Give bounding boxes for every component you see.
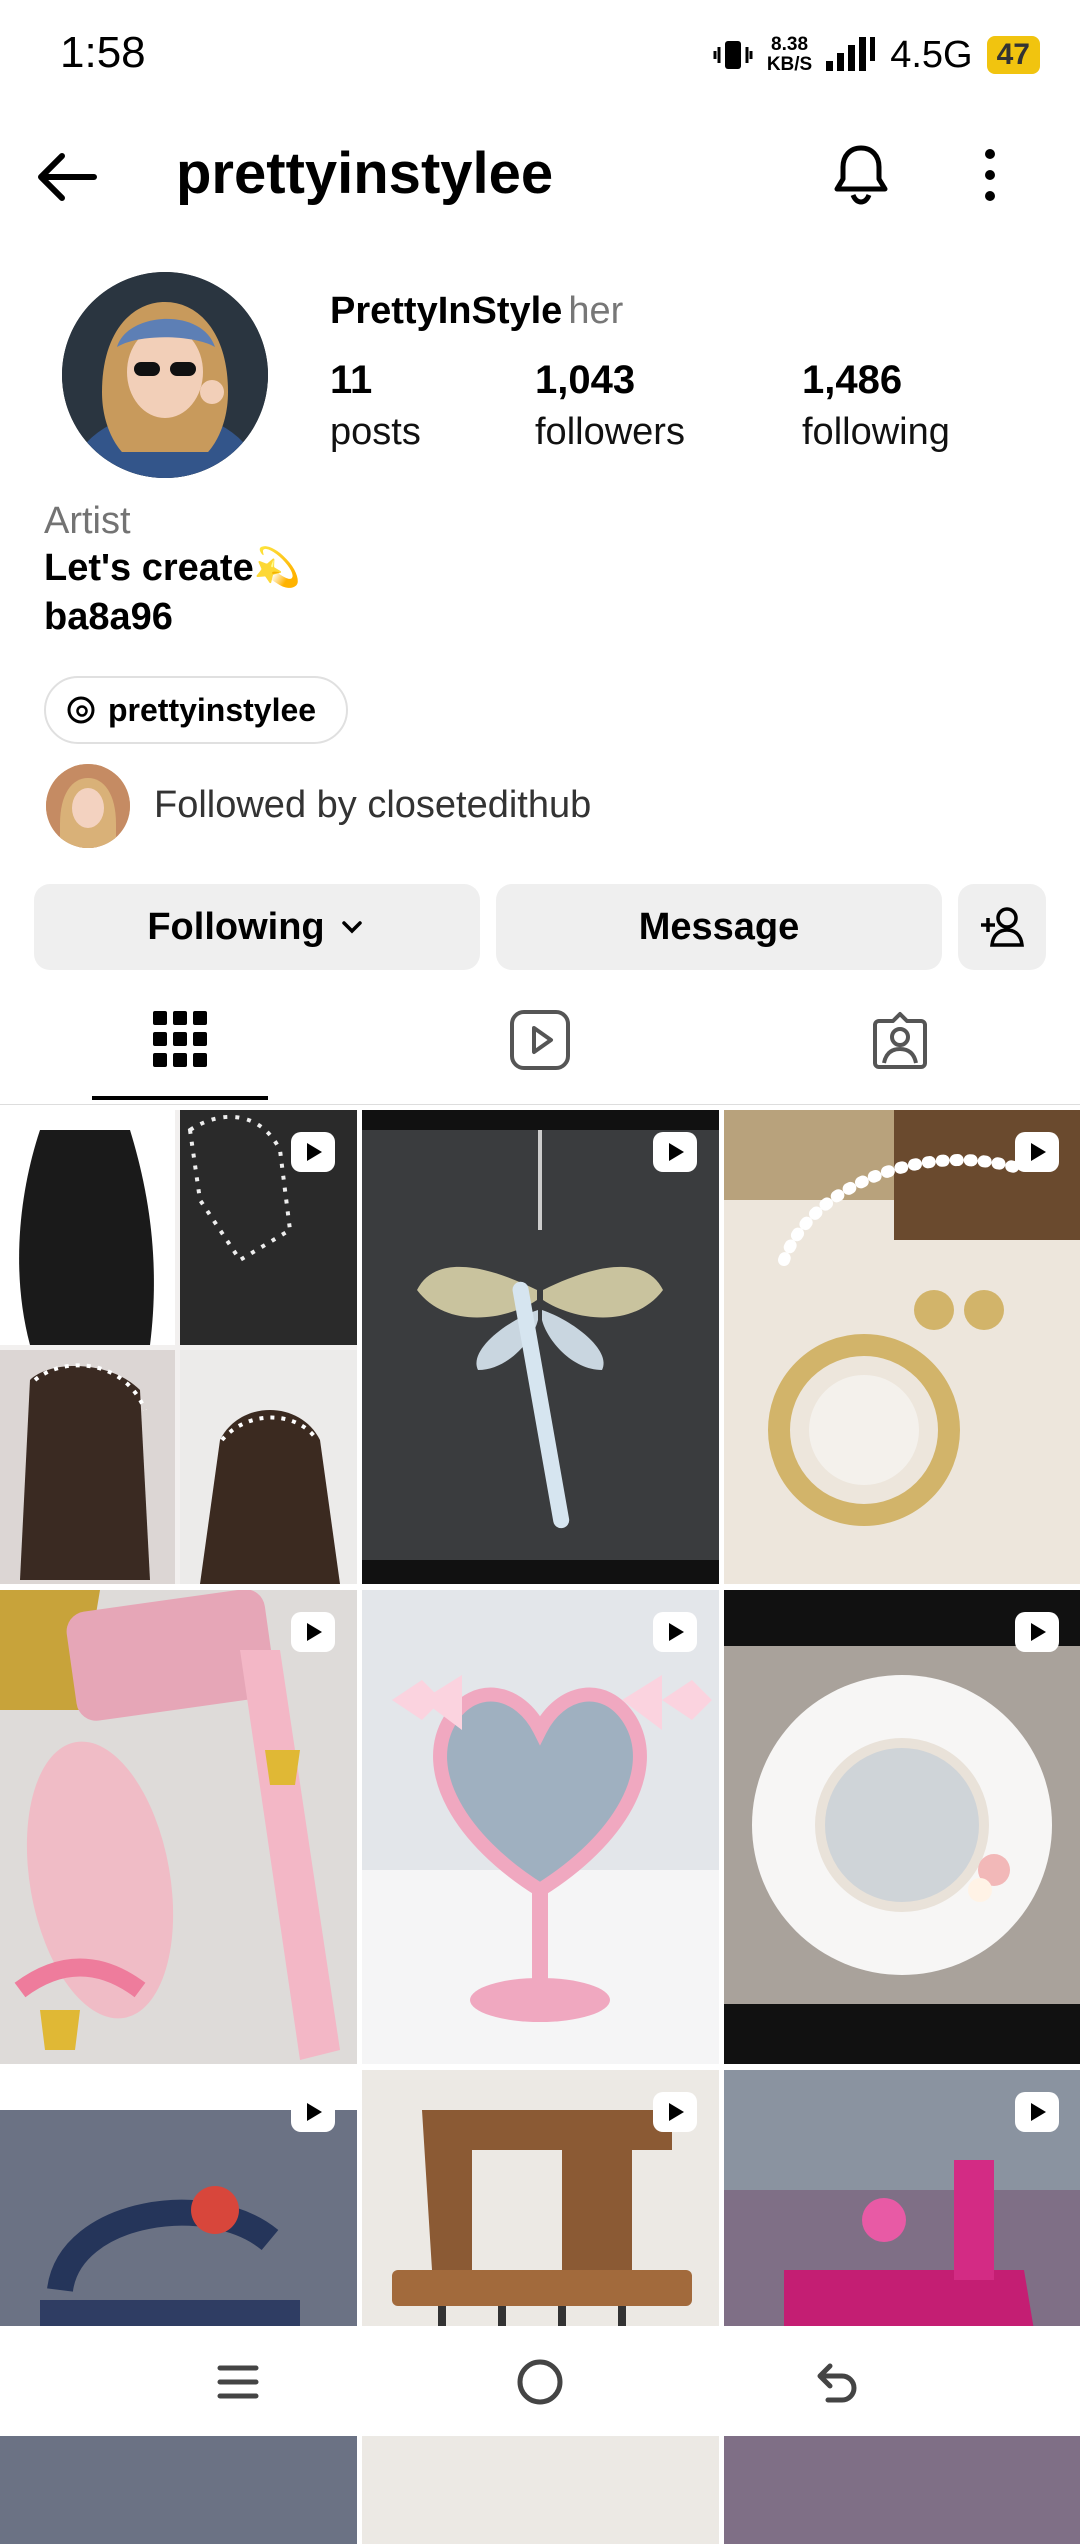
reel-badge-icon	[1015, 1132, 1059, 1172]
followed-by-text[interactable]: Followed by closetedithub	[154, 784, 591, 827]
network-type: 4.5G	[890, 33, 973, 76]
reel-badge-icon	[653, 1132, 697, 1172]
following-button[interactable]: Following	[34, 884, 480, 970]
back-icon[interactable]	[812, 2356, 864, 2408]
bio-line: Let's create💫	[44, 547, 302, 589]
bio-line: ba8a96	[44, 596, 173, 638]
grid-post-5[interactable]	[362, 1590, 719, 2064]
threads-link[interactable]: prettyinstylee	[44, 676, 349, 744]
reel-badge-icon	[653, 2092, 697, 2132]
tagged-icon	[873, 1012, 927, 1069]
tab-reels[interactable]	[480, 1000, 600, 1080]
status-time: 1:58	[60, 28, 146, 77]
pronouns: her	[568, 290, 624, 332]
system-nav-bar	[0, 2326, 1080, 2436]
grid-post-9[interactable]	[724, 2070, 1080, 2544]
tab-tagged[interactable]	[840, 1000, 960, 1080]
grid-post-4[interactable]	[0, 1590, 357, 2064]
posts-stat[interactable]: 11 posts	[330, 358, 421, 454]
add-user-button[interactable]	[958, 884, 1046, 970]
reel-badge-icon	[1015, 2092, 1059, 2132]
vibrate-icon	[713, 41, 753, 69]
signal-icon	[826, 37, 876, 71]
profile-avatar[interactable]	[62, 272, 268, 478]
grid-icon	[153, 1011, 207, 1067]
more-options-icon[interactable]	[960, 140, 1020, 210]
followers-stat[interactable]: 1,043 followers	[535, 358, 685, 454]
status-icons: 8.38 KB/S 4.5G 47	[713, 30, 1040, 80]
home-circle-icon[interactable]	[514, 2356, 566, 2408]
network-speed: 8.38 KB/S	[766, 34, 813, 75]
menu-icon[interactable]	[214, 2358, 262, 2406]
reel-badge-icon	[291, 1612, 335, 1652]
reel-badge-icon	[291, 2092, 335, 2132]
grid-post-8[interactable]	[362, 2070, 719, 2544]
reels-icon	[510, 1010, 570, 1070]
page-title: prettyinstylee	[176, 141, 554, 206]
add-person-icon	[981, 907, 1024, 947]
reel-badge-icon	[291, 1132, 335, 1172]
threads-icon	[67, 696, 95, 724]
grid-post-6[interactable]	[724, 1590, 1080, 2064]
display-name: PrettyInStyle her	[330, 290, 624, 332]
grid-post-3[interactable]	[724, 1110, 1080, 1584]
back-arrow-icon[interactable]	[32, 142, 102, 212]
message-button[interactable]: Message	[496, 884, 942, 970]
tab-posts[interactable]	[120, 1000, 240, 1080]
grid-post-2[interactable]	[362, 1110, 719, 1584]
following-stat[interactable]: 1,486 following	[802, 358, 950, 454]
battery-indicator: 47	[986, 36, 1040, 74]
grid-post-1[interactable]	[0, 1110, 357, 1584]
chevron-down-icon	[341, 921, 362, 934]
bell-icon[interactable]	[826, 140, 896, 210]
reel-badge-icon	[653, 1612, 697, 1652]
grid-post-7[interactable]	[0, 2070, 357, 2544]
tab-divider	[0, 1104, 1080, 1105]
reel-badge-icon	[1015, 1612, 1059, 1652]
active-tab-indicator	[92, 1096, 268, 1100]
mutual-follower-avatar[interactable]	[46, 764, 130, 848]
profile-category: Artist	[44, 500, 131, 542]
